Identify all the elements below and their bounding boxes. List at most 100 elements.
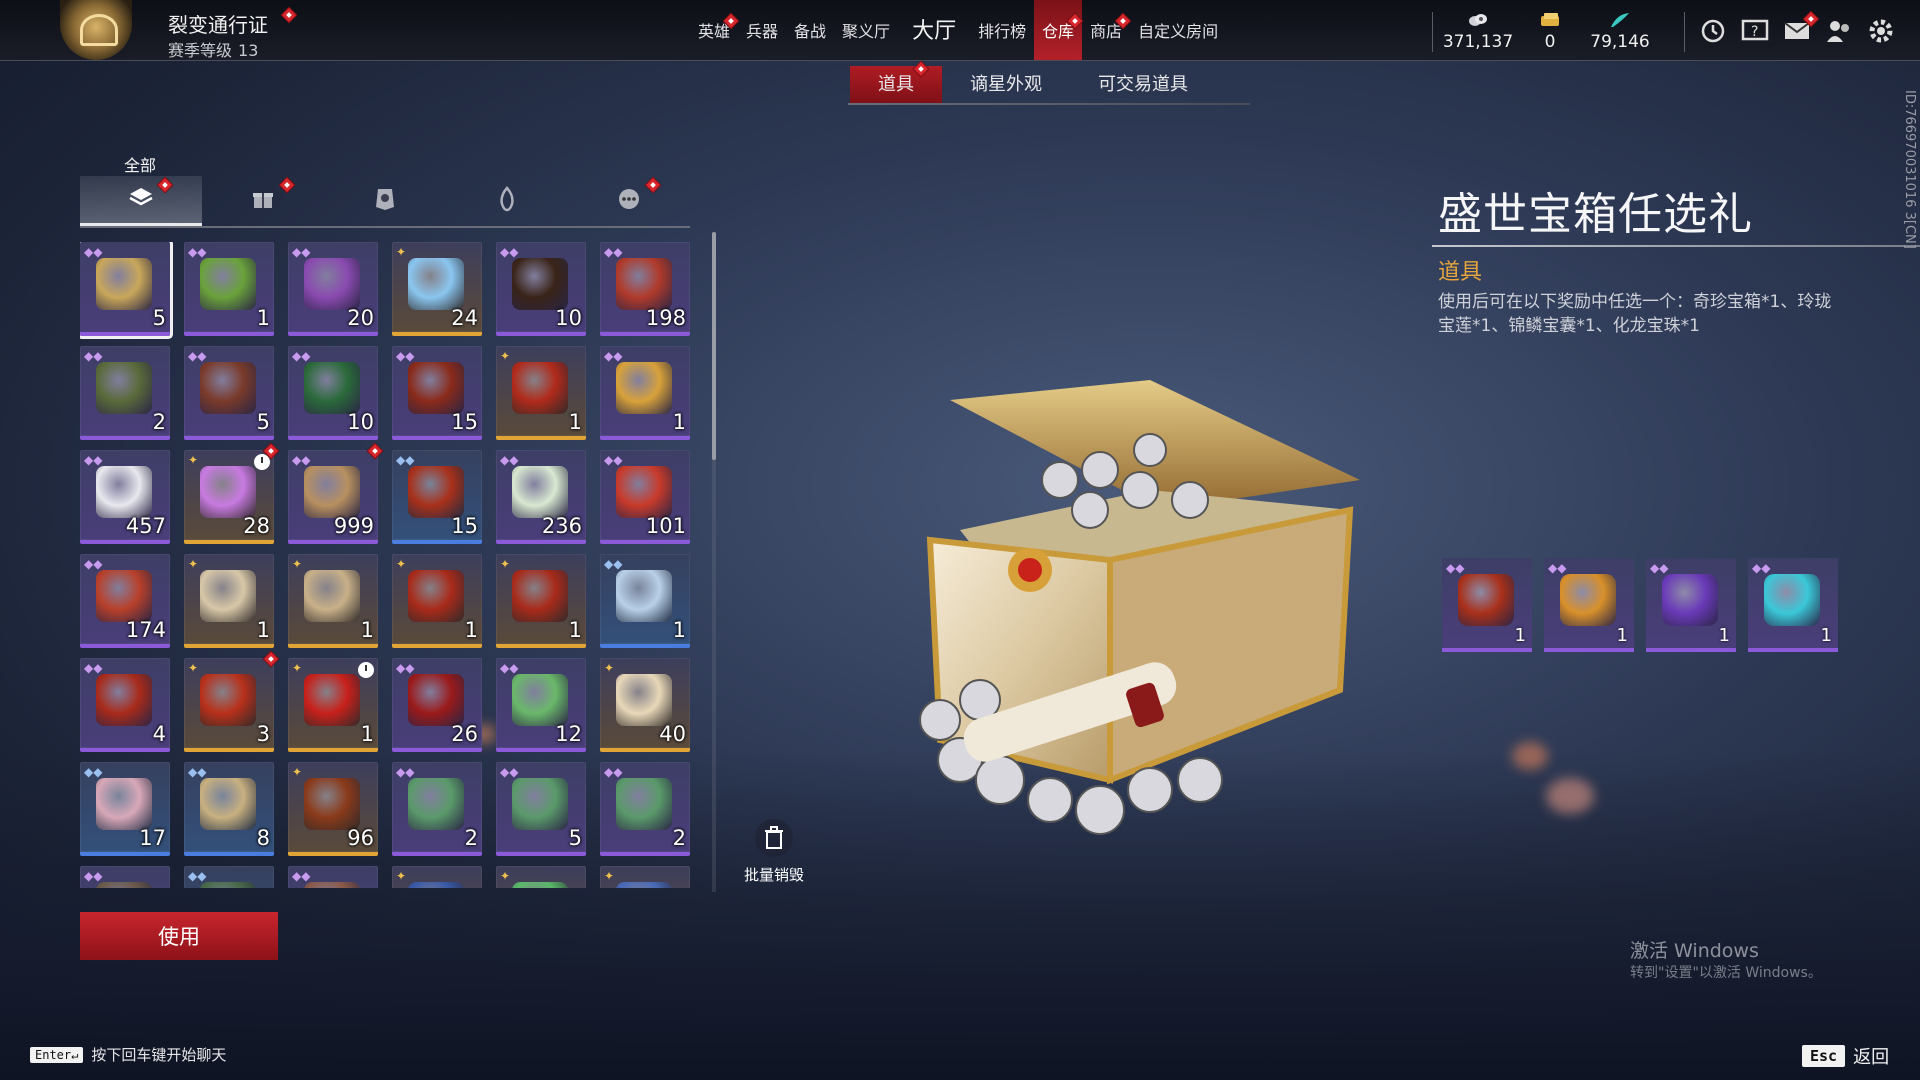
item-quantity: 1 [672, 618, 686, 642]
trash-icon [755, 819, 793, 857]
inventory-item-slot[interactable]: ✦ 28 [184, 443, 279, 544]
inventory-item-slot[interactable]: ◆◆ [80, 866, 170, 888]
inventory-item-slot[interactable]: ✦ [496, 866, 586, 888]
gift-icon [251, 187, 275, 215]
item-description: 使用后可在以下奖励中任选一个：奇珍宝箱*1、玲珑宝莲*1、锦鳞宝囊*1、化龙宝珠… [1438, 292, 1832, 336]
use-button[interactable]: 使用 [80, 912, 278, 960]
inventory-item-slot[interactable]: ✦ [600, 866, 690, 888]
inventory-item-slot[interactable]: ◆◆ 1 [600, 554, 690, 648]
inventory-item-slot[interactable]: ◆◆ 20 [288, 242, 378, 336]
category-tab-1[interactable] [202, 176, 324, 226]
inventory-item-slot[interactable]: ◆◆ 8 [184, 762, 274, 856]
inventory-item-slot[interactable]: ✦ 24 [392, 242, 482, 336]
help-icon[interactable]: ? [1740, 16, 1770, 46]
inventory-item-slot[interactable]: ◆◆ 1 [184, 242, 274, 336]
inventory-item-slot[interactable]: ◆◆ 198 [600, 242, 690, 336]
subtab-2[interactable]: 可交易道具 [1070, 66, 1216, 104]
inventory-item-slot[interactable]: ✦ 3 [184, 651, 279, 752]
item-art [408, 674, 464, 726]
item-art [616, 362, 672, 414]
subtab-1[interactable]: 谪星外观 [942, 66, 1070, 104]
rarity-icon: ◆◆ [84, 661, 103, 675]
nav-item-8[interactable]: 自定义房间 [1130, 0, 1226, 60]
battle-pass-emblem[interactable] [60, 0, 132, 60]
battle-pass-title[interactable]: 裂变通行证 [168, 9, 268, 38]
inventory-item-slot[interactable]: ◆◆ [184, 866, 274, 888]
inventory-item-slot[interactable]: ◆◆ 2 [600, 762, 690, 856]
rarity-icon: ◆◆ [292, 245, 311, 259]
inventory-item-slot[interactable]: ✦ 1 [288, 658, 378, 752]
category-tab-3[interactable] [446, 176, 568, 226]
rarity-icon: ◆◆ [396, 765, 415, 779]
nav-item-6[interactable]: 仓库 [1034, 0, 1083, 60]
notification-dot [913, 61, 929, 77]
rarity-icon: ✦ [396, 869, 407, 883]
inventory-item-slot[interactable]: ✦ 1 [184, 554, 274, 648]
inventory-item-slot[interactable]: ◆◆ 15 [392, 450, 482, 544]
category-tab-4[interactable] [568, 176, 690, 226]
inventory-item-slot[interactable]: ◆◆ 1 [600, 346, 690, 440]
item-art [304, 258, 360, 310]
inventory-item-slot[interactable]: ◆◆ 174 [80, 554, 170, 648]
inventory-item-slot[interactable]: ◆◆ 236 [496, 450, 586, 544]
inventory-item-slot[interactable]: ◆◆ 101 [600, 450, 690, 544]
inventory-item-slot[interactable]: ◆◆ 26 [392, 658, 482, 752]
reward-option-0[interactable]: ◆◆ 1 [1442, 558, 1532, 652]
inventory-item-slot[interactable]: ◆◆ 2 [80, 346, 170, 440]
nav-item-5[interactable]: 排行榜 [970, 0, 1034, 60]
category-tab-2[interactable] [324, 176, 446, 226]
reward-option-2[interactable]: ◆◆ 1 [1646, 558, 1736, 652]
top-bar: 裂变通行证 赛季等级 13 英雄 兵器 备战 聚义厅 大厅 排行榜 仓库 商店 自定义房间 371… [0, 0, 1920, 61]
nav-item-4[interactable]: 大厅 [898, 0, 970, 60]
inventory-item-slot[interactable]: ✦ 96 [288, 762, 378, 856]
reward-quantity: 1 [1718, 625, 1730, 646]
inventory-item-slot[interactable]: ◆◆ 10 [496, 242, 586, 336]
settings-icon[interactable] [1866, 16, 1896, 46]
reward-option-3[interactable]: ◆◆ 1 [1748, 558, 1838, 652]
inventory-item-slot[interactable]: ◆◆ 457 [80, 450, 170, 544]
reward-option-1[interactable]: ◆◆ 1 [1544, 558, 1634, 652]
chat-hint: Enter↵ 按下回车键开始聊天 [30, 1044, 226, 1065]
item-quantity: 3 [256, 722, 270, 746]
item-category: 道具 [1438, 260, 1483, 285]
bulk-destroy-button[interactable]: 批量销毁 [742, 818, 806, 885]
inventory-item-slot[interactable]: ◆◆ 5 [184, 346, 274, 440]
inventory-item-slot[interactable]: ✦ 1 [496, 346, 586, 440]
enter-key-badge: Enter↵ [30, 1046, 84, 1063]
inventory-item-slot[interactable]: ✦ 1 [392, 554, 482, 648]
lantern-light [1546, 778, 1594, 814]
treasure-chest-icon [1458, 574, 1514, 626]
inventory-item-slot[interactable]: ◆◆ 2 [392, 762, 482, 856]
rarity-icon: ✦ [188, 557, 199, 571]
windows-watermark-subtitle: 转到"设置"以激活 Windows。 [1630, 965, 1822, 981]
nav-item-3[interactable]: 聚义厅 [834, 0, 898, 60]
inventory-item-slot[interactable]: ◆◆ 4 [80, 658, 170, 752]
inventory-item-slot[interactable]: ✦ 1 [288, 554, 378, 648]
nav-item-7[interactable]: 商店 [1082, 0, 1131, 60]
item-art [200, 466, 256, 518]
inventory-item-slot[interactable]: ◆◆ [288, 866, 378, 888]
inventory-item-slot[interactable]: ◆◆ 12 [496, 658, 586, 752]
inventory-item-slot[interactable]: ✦ 40 [600, 658, 690, 752]
category-tab-0[interactable] [80, 176, 202, 226]
scrollbar-thumb[interactable] [712, 232, 716, 460]
timer-icon[interactable] [1698, 16, 1728, 46]
friends-icon[interactable] [1824, 16, 1854, 46]
inventory-item-slot[interactable]: ✦ [392, 866, 482, 888]
nav-item-1[interactable]: 兵器 [738, 0, 786, 60]
inventory-item-slot[interactable]: ◆◆ 999 [288, 443, 383, 544]
mail-icon[interactable] [1782, 11, 1819, 46]
inventory-item-slot[interactable]: ◆◆ 5 [496, 762, 586, 856]
back-button[interactable]: Esc 返回 [1802, 1043, 1889, 1069]
inventory-item-slot[interactable]: ◆◆ 5 [80, 242, 170, 336]
inventory-item-slot[interactable]: ✦ 1 [496, 554, 586, 648]
nav-item-2[interactable]: 备战 [786, 0, 834, 60]
item-art [200, 674, 256, 726]
subtab-0[interactable]: 道具 [850, 61, 942, 104]
inventory-item-slot[interactable]: ◆◆ 10 [288, 346, 378, 440]
inventory-item-slot[interactable]: ◆◆ 17 [80, 762, 170, 856]
rarity-icon: ◆◆ [84, 765, 103, 779]
reward-quantity: 1 [1820, 625, 1832, 646]
inventory-item-slot[interactable]: ◆◆ 15 [392, 346, 482, 440]
nav-item-0[interactable]: 英雄 [690, 0, 739, 60]
